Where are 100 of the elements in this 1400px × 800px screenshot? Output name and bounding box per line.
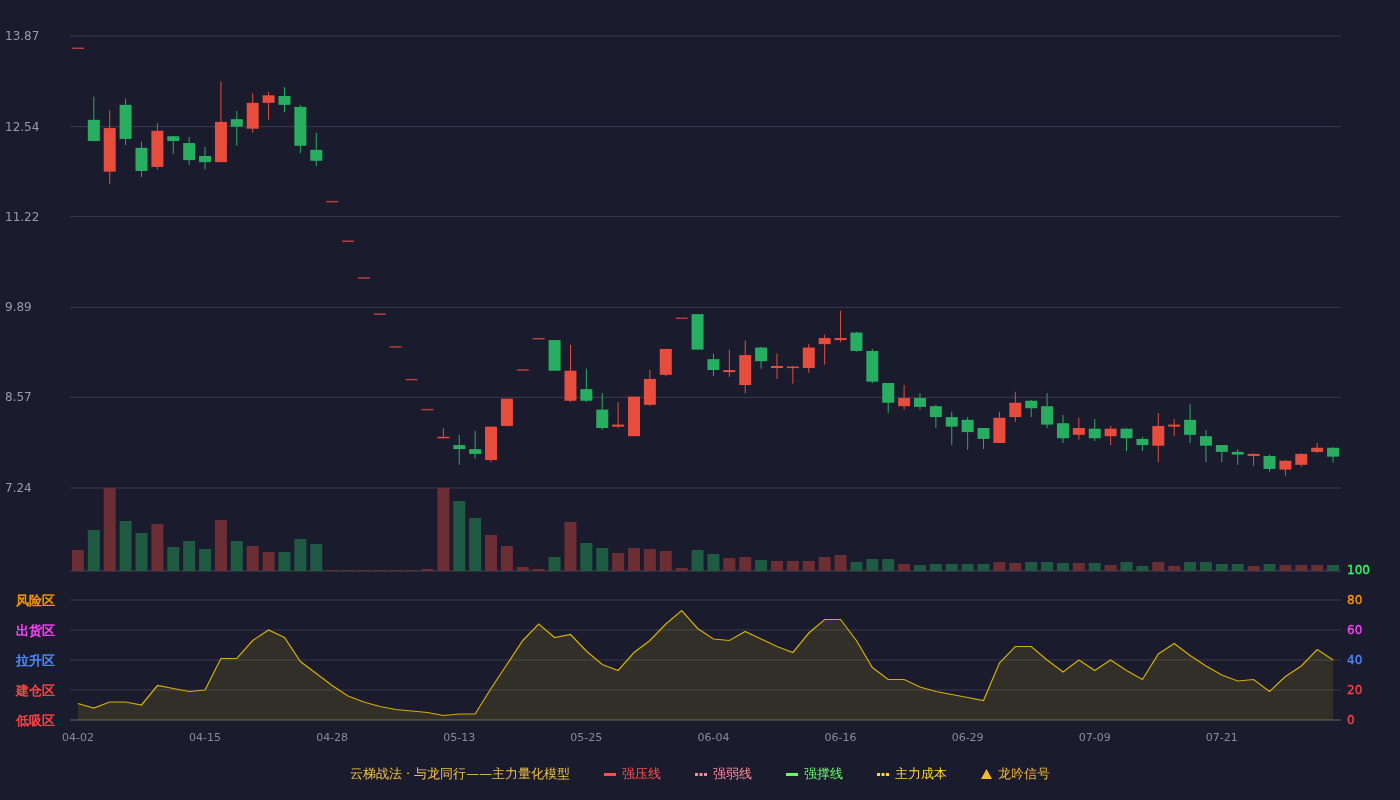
candlestick	[866, 348, 879, 384]
axis-label: 04-02	[61, 731, 94, 744]
candlestick	[310, 132, 323, 167]
candlestick	[914, 392, 926, 411]
candlestick	[596, 392, 609, 431]
axis-label: 13.87	[5, 29, 40, 43]
legend-label: 主力成本	[895, 765, 948, 783]
candlestick	[882, 382, 895, 414]
candlestick	[723, 349, 736, 378]
candlestick	[373, 313, 386, 315]
candlestick	[1104, 425, 1117, 446]
axis-label: 7.24	[5, 481, 32, 495]
candlestick	[1136, 436, 1149, 452]
legend-label: 龙吟信号	[998, 765, 1051, 783]
candlestick	[707, 353, 720, 377]
candlestick	[786, 365, 799, 385]
candlestick	[230, 110, 243, 147]
candlestick	[564, 344, 577, 403]
candlestick	[1215, 444, 1228, 463]
axis-label: 06-04	[697, 731, 730, 744]
candlestick	[1009, 391, 1022, 423]
candlestick	[469, 430, 482, 460]
candlestick	[1041, 392, 1054, 429]
axis-label: 60	[1347, 623, 1363, 637]
candlestick	[1311, 442, 1324, 454]
candlestick	[71, 47, 84, 49]
candlestick	[87, 96, 100, 143]
candlestick	[246, 92, 259, 134]
zone-label: 风险区	[16, 593, 55, 608]
candlestick	[1263, 454, 1276, 473]
candlestick	[628, 396, 640, 437]
candlestick	[929, 404, 942, 429]
legend-label: 强弱线	[713, 765, 753, 783]
candlestick	[453, 434, 466, 466]
axis-label: 9.89	[5, 300, 32, 315]
candlestick	[691, 313, 704, 351]
candlestick	[1168, 418, 1181, 437]
candlestick	[278, 86, 291, 113]
axis-label: 04-28	[316, 731, 349, 744]
candlestick	[675, 317, 688, 319]
legend-label: 强撑线	[804, 765, 844, 783]
candlestick	[945, 411, 958, 446]
zone-label: 建仓区	[16, 683, 55, 698]
axis-label: 11.22	[5, 209, 40, 224]
candlestick	[1056, 414, 1069, 444]
candlestick	[135, 141, 148, 178]
candlestick	[1184, 403, 1197, 444]
candlestick	[1279, 459, 1292, 477]
candlestick	[1295, 452, 1308, 468]
axis-label: 07-21	[1205, 731, 1238, 744]
axis-label: 80	[1347, 593, 1363, 607]
axis-label: 05-13	[443, 731, 476, 744]
candlestick	[755, 346, 768, 370]
zone-label: 低吸区	[16, 713, 55, 728]
axis-label: 06-29	[951, 731, 984, 744]
candlestick	[961, 416, 974, 451]
axis-label: 20	[1347, 683, 1363, 697]
axis-label: 12.54	[5, 119, 40, 134]
axis-label: 40	[1347, 653, 1363, 667]
candlestick	[1199, 429, 1212, 463]
candlestick	[898, 384, 911, 411]
candlestick	[1072, 417, 1085, 441]
axis-label: 8.57	[5, 390, 32, 405]
candlestick	[977, 427, 990, 450]
candlestick	[1088, 418, 1101, 442]
candlestick	[500, 398, 513, 428]
candlestick	[739, 340, 752, 394]
axis-label: 100	[1347, 563, 1370, 577]
candlestick	[850, 331, 863, 353]
candlestick	[1152, 412, 1165, 463]
candlestick	[342, 240, 355, 242]
axis-label: 0	[1347, 713, 1355, 727]
zone-label: 拉升区	[16, 653, 55, 668]
candlestick	[818, 334, 831, 366]
axis-label: 07-09	[1078, 731, 1111, 744]
legend-title: 云梯战法 · 与龙同行——主力量化模型	[349, 765, 571, 783]
candlestick	[183, 136, 196, 166]
candlestick	[167, 135, 180, 155]
candlestick	[659, 348, 672, 377]
candlestick	[151, 122, 164, 171]
candlestick	[421, 408, 434, 411]
candlestick	[612, 401, 625, 429]
candlestick	[834, 310, 847, 343]
candlestick	[802, 343, 815, 374]
candlestick	[405, 378, 418, 381]
candlestick	[993, 411, 1006, 444]
candlestick	[580, 368, 593, 403]
candlestick	[1327, 446, 1340, 464]
candlestick	[357, 277, 370, 279]
candlestick	[1025, 399, 1038, 418]
candlestick	[643, 369, 656, 407]
candlestick	[294, 104, 307, 154]
candlestick	[389, 346, 402, 348]
candlestick	[1231, 448, 1244, 466]
candlestick	[485, 426, 497, 463]
candlestick	[326, 200, 339, 203]
legend-label: 强压线	[622, 765, 662, 783]
axis-label: 04-15	[189, 731, 222, 744]
candlestick	[1120, 427, 1133, 452]
candlestick	[199, 146, 212, 171]
